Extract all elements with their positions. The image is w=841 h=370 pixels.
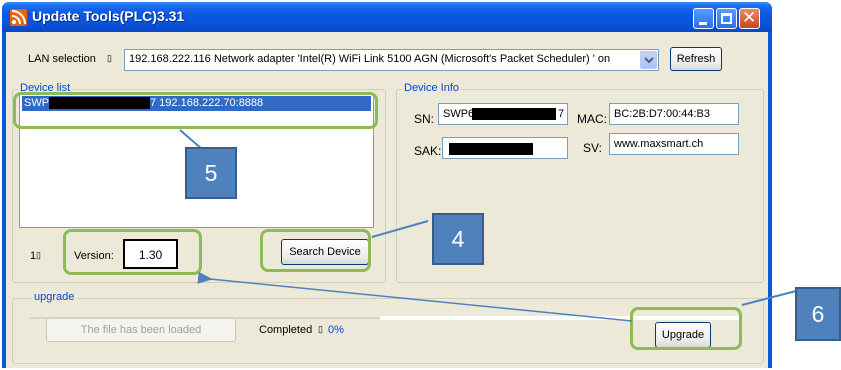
completed-percent: 0% (328, 324, 344, 336)
sv-value: www.maxsmart.ch (614, 138, 704, 150)
mac-value: BC:2B:D7:00:44:B3 (614, 108, 711, 120)
chevron-down-icon (644, 57, 654, 64)
lan-select-value: 192.168.222.116 Network adapter 'Intel(R… (129, 53, 611, 65)
maximize-button[interactable] (716, 8, 737, 29)
device-info-title: Device Info (402, 82, 462, 94)
minimize-icon (699, 22, 707, 25)
sn-label: SN: (414, 112, 435, 126)
title-bar[interactable]: Update Tools(PLC)3.31 ✕ (2, 2, 772, 32)
rss-feed-icon (10, 9, 27, 26)
close-button[interactable]: ✕ (739, 8, 760, 29)
lan-label-glyph: ▯ (107, 53, 112, 63)
minimize-button[interactable] (693, 8, 714, 29)
sn-field[interactable]: SWP6 7 (438, 103, 568, 125)
highlight-search-button (260, 229, 371, 272)
index-glyph: ▯ (36, 250, 41, 260)
upgrade-title: upgrade (32, 291, 77, 303)
completed-label: Completed (259, 324, 313, 336)
sak-field[interactable] (442, 137, 568, 159)
sn-suffix: 7 (558, 108, 565, 120)
callout-6: 6 (795, 287, 841, 341)
maximize-icon (721, 13, 732, 24)
sv-field[interactable]: www.maxsmart.ch (609, 133, 739, 155)
redacted-sak (449, 143, 533, 155)
redacted-sn (472, 108, 556, 120)
sn-prefix: SWP6 (443, 108, 475, 120)
window-title: Update Tools(PLC)3.31 (32, 8, 185, 24)
highlight-upgrade-button (630, 307, 742, 350)
completed-glyph: ▯ (318, 324, 323, 334)
dropdown-arrow-button[interactable] (640, 51, 657, 69)
callout-4: 4 (432, 213, 484, 265)
mac-label: MAC: (577, 112, 607, 126)
close-icon: ✕ (742, 8, 757, 28)
highlight-device-item (13, 92, 378, 129)
sv-label: SV: (583, 141, 602, 155)
callout-5: 5 (185, 147, 237, 199)
lan-selection-label: LAN selection (28, 53, 96, 65)
refresh-button[interactable]: Refresh (670, 47, 722, 71)
mac-field[interactable]: BC:2B:D7:00:44:B3 (609, 103, 739, 125)
lan-select[interactable]: 192.168.222.116 Network adapter 'Intel(R… (124, 49, 659, 71)
load-file-button[interactable]: The file has been loaded (46, 318, 236, 342)
highlight-version (63, 229, 202, 275)
sak-label: SAK: (414, 144, 442, 158)
